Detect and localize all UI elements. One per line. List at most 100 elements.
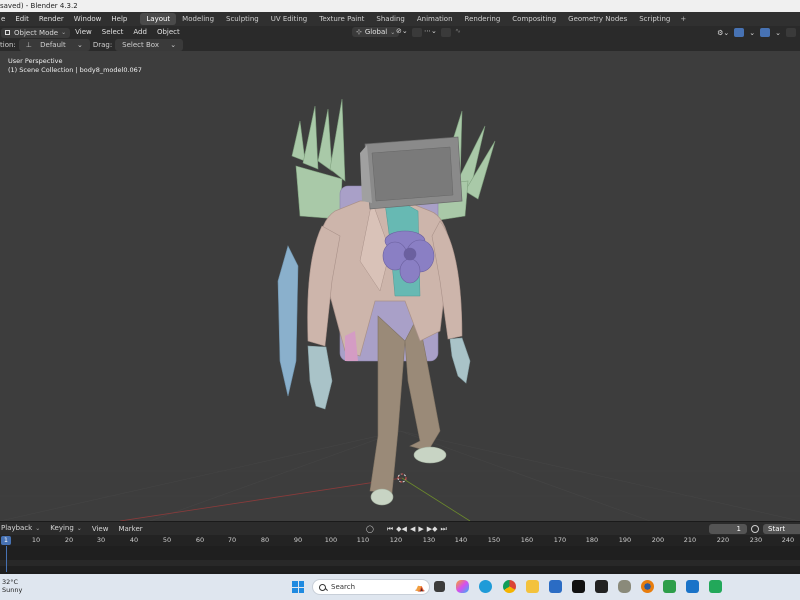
task-view-icon[interactable] bbox=[434, 581, 445, 592]
edge-icon[interactable] bbox=[479, 580, 492, 593]
menu-edit[interactable]: Edit bbox=[10, 12, 34, 26]
timeline-tracks[interactable] bbox=[0, 546, 800, 572]
snap-target-icon[interactable]: ⋯⌄ bbox=[424, 27, 437, 35]
mode-selector[interactable]: Object Mode ⌄ bbox=[1, 27, 71, 38]
roblox-icon[interactable] bbox=[595, 580, 608, 593]
overlay-icon[interactable] bbox=[760, 28, 771, 37]
tick-label: 150 bbox=[487, 536, 501, 544]
tick-label: 20 bbox=[64, 536, 74, 544]
playhead[interactable] bbox=[6, 546, 7, 572]
shading-icon[interactable] bbox=[786, 28, 796, 37]
file-explorer-icon[interactable] bbox=[526, 580, 539, 593]
tab-sculpting[interactable]: Sculpting bbox=[220, 13, 265, 25]
blender-icon[interactable] bbox=[641, 580, 654, 593]
overlay-dropdown-icon[interactable]: ⌄ bbox=[775, 29, 781, 37]
jump-end-icon[interactable]: ⏭ bbox=[441, 525, 447, 534]
tab-geometry-nodes[interactable]: Geometry Nodes bbox=[562, 13, 633, 25]
tab-uv-editing[interactable]: UV Editing bbox=[265, 13, 314, 25]
pivot-icon[interactable]: ⊘⌄ bbox=[396, 27, 408, 35]
taskbar-search-input[interactable]: Search ⛺ bbox=[312, 579, 430, 595]
search-icon bbox=[319, 583, 326, 591]
tick-label: 130 bbox=[422, 536, 436, 544]
record-icon[interactable]: ◯ bbox=[366, 525, 374, 533]
playback-label: Playback bbox=[1, 524, 33, 532]
play-reverse-icon[interactable]: ◀ bbox=[410, 525, 415, 533]
menu-help[interactable]: Help bbox=[106, 12, 132, 26]
start-frame-field[interactable]: Start bbox=[763, 524, 800, 534]
tick-label: 210 bbox=[683, 536, 697, 544]
chevron-down-icon: ⌄ bbox=[61, 29, 67, 36]
current-frame-marker[interactable]: 1 bbox=[1, 536, 11, 545]
orientation-setting-select[interactable]: ⊥ Default ⌄ bbox=[18, 39, 90, 51]
clock-icon[interactable] bbox=[751, 525, 759, 533]
add-workspace-button[interactable]: + bbox=[676, 15, 690, 23]
tick-label: 190 bbox=[618, 536, 632, 544]
menu-add[interactable]: Add bbox=[128, 26, 152, 39]
gizmo-dropdown-icon[interactable]: ⌄ bbox=[749, 29, 755, 37]
tick-label: 80 bbox=[260, 536, 270, 544]
drag-value: Select Box bbox=[122, 41, 160, 49]
jump-start-icon[interactable]: ⏮ bbox=[387, 525, 393, 534]
tab-modeling[interactable]: Modeling bbox=[176, 13, 220, 25]
menu-playback[interactable]: Playback ⌄ bbox=[0, 521, 45, 536]
os-taskbar: 32°C Sunny Search ⛺ bbox=[0, 574, 800, 600]
proportional-edit-icon[interactable] bbox=[441, 28, 451, 37]
tick-label: 180 bbox=[585, 536, 599, 544]
chevron-down-icon: ⌄ bbox=[35, 525, 41, 532]
chrome-icon[interactable] bbox=[503, 580, 516, 593]
drag-select[interactable]: Select Box ⌄ bbox=[115, 39, 184, 51]
tick-label: 200 bbox=[651, 536, 665, 544]
weather-widget[interactable]: 32°C Sunny bbox=[2, 578, 22, 594]
tick-label: 160 bbox=[520, 536, 534, 544]
menu-file[interactable]: e bbox=[0, 12, 10, 26]
menu-render[interactable]: Render bbox=[34, 12, 69, 26]
menu-window[interactable]: Window bbox=[69, 12, 107, 26]
app-notes-icon[interactable] bbox=[709, 580, 722, 593]
snap-icon[interactable] bbox=[412, 28, 422, 37]
scene-render bbox=[0, 98, 800, 521]
tab-shading[interactable]: Shading bbox=[370, 13, 410, 25]
tab-scripting[interactable]: Scripting bbox=[633, 13, 676, 25]
tab-compositing[interactable]: Compositing bbox=[506, 13, 562, 25]
app-green-icon[interactable] bbox=[663, 580, 676, 593]
capcut-icon[interactable] bbox=[572, 580, 585, 593]
menu-timeline-view[interactable]: View bbox=[87, 522, 114, 536]
playback-controls: ◯ ⏮ ◆◀ ◀ ▶ ▶◆ ⏭ bbox=[366, 522, 447, 536]
temperature: 32°C bbox=[2, 578, 19, 586]
transform-orientation-selector[interactable]: ⊹ Global ⌄ bbox=[352, 27, 400, 37]
orientation-setting-value: Default bbox=[40, 41, 66, 49]
jump-key-back-icon[interactable]: ◆◀ bbox=[396, 525, 407, 533]
app-icon[interactable] bbox=[618, 580, 631, 593]
3d-viewport[interactable]: User Perspective (1) Scene Collection | … bbox=[0, 51, 800, 521]
back-spikes-left bbox=[291, 98, 346, 220]
play-icon[interactable]: ▶ bbox=[418, 525, 423, 533]
tab-layout[interactable]: Layout bbox=[140, 13, 177, 25]
tab-rendering[interactable]: Rendering bbox=[459, 13, 507, 25]
menu-object[interactable]: Object bbox=[152, 26, 185, 39]
tick-label: 10 bbox=[31, 536, 41, 544]
windows-start-icon[interactable] bbox=[292, 581, 304, 593]
menu-view[interactable]: View bbox=[70, 26, 97, 39]
chevron-down-icon: ⌄ bbox=[76, 41, 83, 49]
gizmo-icon[interactable] bbox=[734, 28, 745, 37]
visibility-icon[interactable]: ⚙⌄ bbox=[717, 29, 729, 37]
app-search-icon[interactable] bbox=[686, 580, 699, 593]
tick-label: 140 bbox=[454, 536, 468, 544]
search-highlight-icon: ⛺ bbox=[415, 582, 425, 592]
tick-label: 30 bbox=[96, 536, 106, 544]
timeline-header: Playback ⌄ Keying ⌄ View Marker ◯ ⏮ ◆◀ ◀ ▶… bbox=[0, 521, 800, 535]
tv-head bbox=[360, 136, 463, 210]
falloff-icon[interactable]: ∿ bbox=[455, 27, 461, 35]
viewport-header-right: ⚙⌄ ⌄ ⌄ bbox=[717, 26, 796, 39]
current-frame-field[interactable]: 1 bbox=[709, 524, 747, 534]
tab-animation[interactable]: Animation bbox=[411, 13, 459, 25]
copilot-icon[interactable] bbox=[456, 580, 469, 593]
menu-keying[interactable]: Keying ⌄ bbox=[45, 521, 87, 536]
menu-marker[interactable]: Marker bbox=[113, 522, 147, 536]
axis-icon: ⊥ bbox=[25, 41, 32, 49]
store-icon[interactable] bbox=[549, 580, 562, 593]
tab-texture-paint[interactable]: Texture Paint bbox=[313, 13, 370, 25]
jump-key-forward-icon[interactable]: ▶◆ bbox=[427, 525, 438, 533]
timeline-ruler[interactable]: 1 10 20 30 40 50 60 70 80 90 100 110 120… bbox=[0, 535, 800, 546]
menu-select[interactable]: Select bbox=[97, 26, 129, 39]
